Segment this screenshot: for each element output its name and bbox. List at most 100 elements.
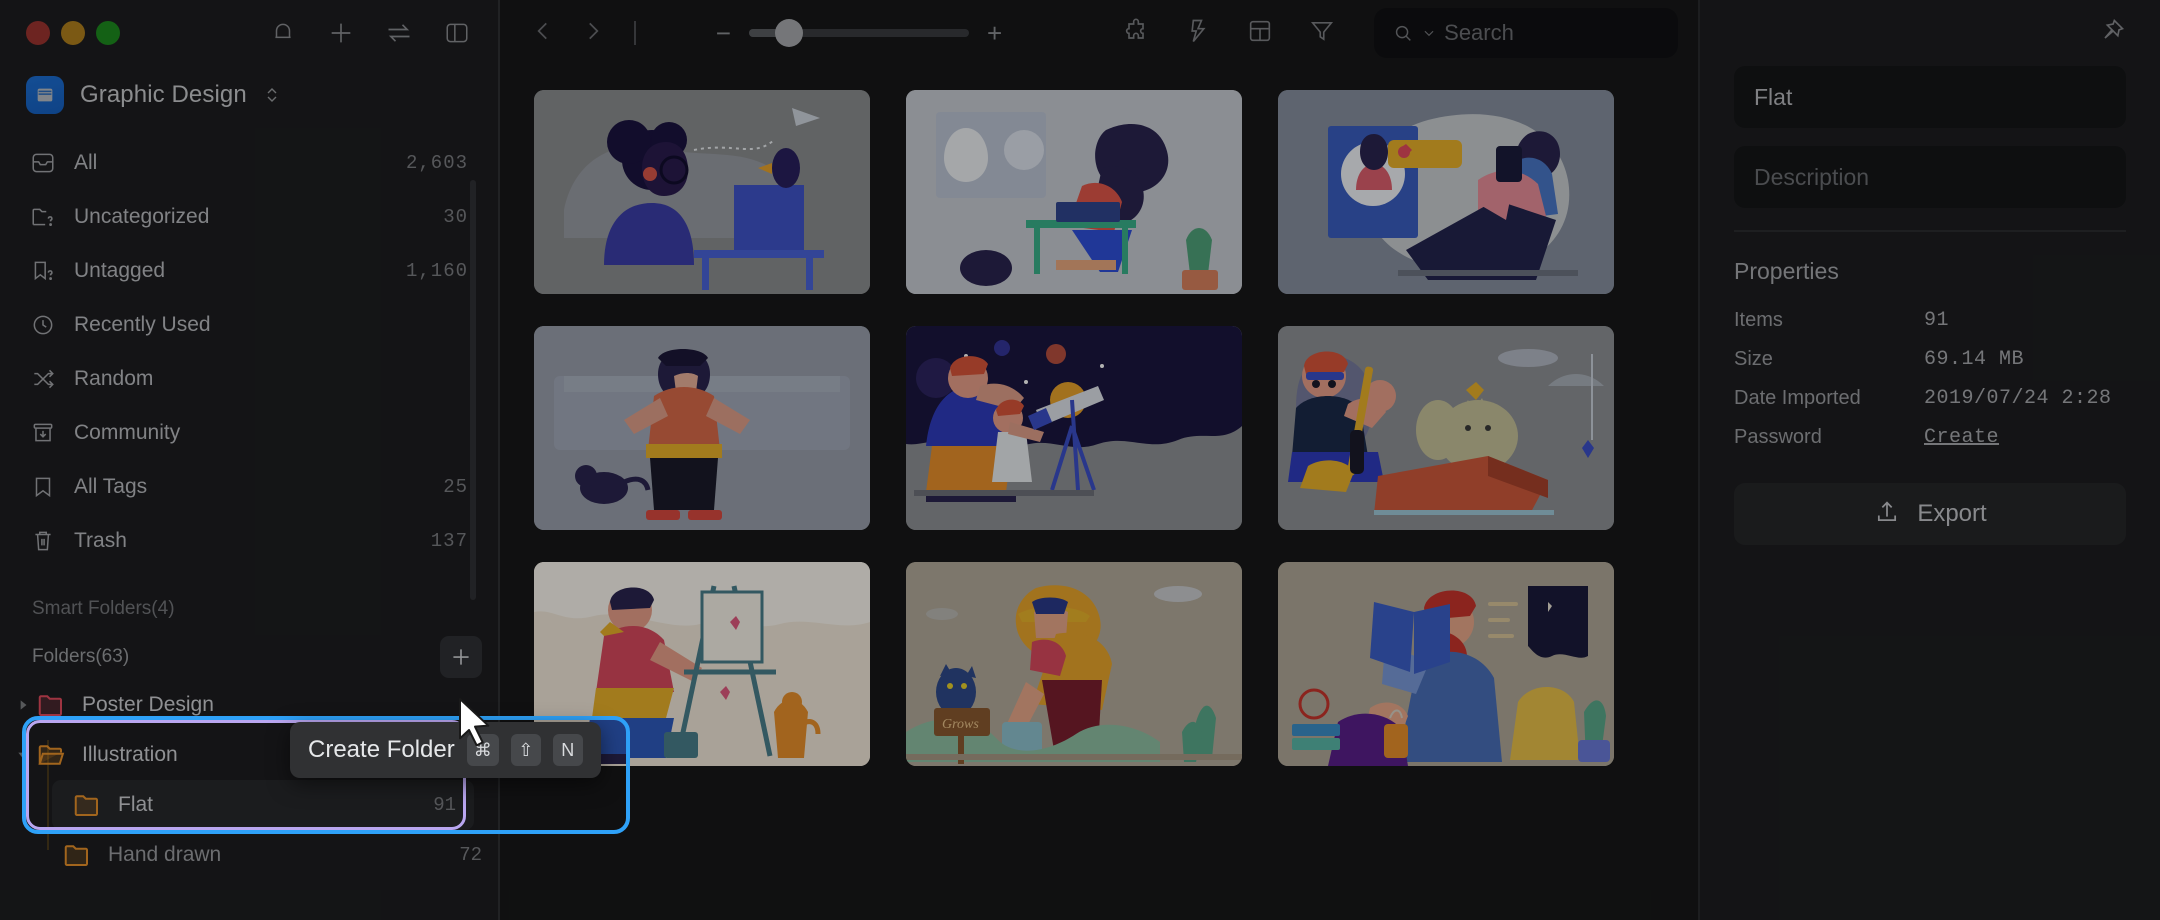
search-icon: [1392, 22, 1414, 44]
bell-icon[interactable]: [266, 16, 300, 50]
thumbnail-item[interactable]: [534, 326, 870, 530]
sidebar-scrollbar[interactable]: [470, 180, 476, 600]
lightning-icon[interactable]: [1184, 17, 1212, 50]
property-row-size: Size 69.14 MB: [1734, 348, 2126, 371]
smart-folders-header: Smart Folders(4): [32, 598, 175, 619]
sidebar-nav: All 2,603 Uncategorized 30 Untagged 1,16…: [0, 136, 500, 568]
toolbar-icons: [1122, 17, 1336, 50]
sidebar-item-uncategorized[interactable]: Uncategorized 30: [18, 190, 482, 244]
layout-icon[interactable]: [1246, 17, 1274, 50]
chevron-updown-icon[interactable]: [263, 84, 281, 106]
create-password-link[interactable]: Create: [1924, 426, 1999, 449]
chevron-right-icon[interactable]: [12, 698, 34, 712]
create-folder-tooltip: Create Folder ⌘ ⇧ N: [290, 722, 601, 778]
sidebar-item-label: All: [74, 151, 98, 174]
folder-open-icon: [34, 738, 68, 772]
add-folder-button[interactable]: [440, 636, 482, 678]
library-selector[interactable]: Graphic Design: [0, 66, 500, 136]
thumbnail-item[interactable]: [906, 326, 1242, 530]
sidebar-toggle-icon[interactable]: [440, 16, 474, 50]
thumbnail-item[interactable]: [906, 90, 1242, 294]
forward-button[interactable]: [580, 18, 606, 49]
sidebar-item-label: Recently Used: [74, 313, 211, 336]
sidebar-item-untagged[interactable]: Untagged 1,160: [18, 244, 482, 298]
kbd-n: N: [552, 734, 583, 766]
extension-icon[interactable]: [1122, 17, 1150, 50]
search-input[interactable]: Search: [1374, 8, 1678, 58]
sidebar-item-recently-used[interactable]: Recently Used: [18, 298, 482, 352]
folders-header-label: Folders(63): [32, 646, 130, 667]
woman-at-desk-with-bird: [534, 90, 870, 294]
sidebar-item-all-tags[interactable]: All Tags 25: [18, 460, 482, 514]
sidebar-item-label: Trash: [74, 529, 127, 552]
main-toolbar: − + Search: [500, 0, 1700, 66]
sidebar-item-label: All Tags: [74, 475, 148, 498]
zoom-slider[interactable]: [748, 19, 969, 47]
tooltip-label: Create Folder: [308, 736, 455, 763]
minimize-button[interactable]: [61, 21, 85, 45]
library-name: Graphic Design: [80, 81, 247, 108]
sidebar-item-count: 2,603: [405, 152, 468, 174]
kbd-command: ⌘: [466, 734, 499, 766]
app-window: Graphic Design All 2,603 Uncategorized 3…: [0, 0, 2160, 920]
toolbar-divider: [634, 21, 636, 45]
bookmark-icon: [26, 470, 60, 504]
sidebar: Graphic Design All 2,603 Uncategorized 3…: [0, 0, 500, 920]
folder-row[interactable]: Flat 91: [52, 780, 474, 830]
sync-icon[interactable]: [382, 16, 416, 50]
folder-label: Flat: [118, 793, 154, 816]
sidebar-item-trash[interactable]: Trash 137: [18, 514, 482, 568]
search-placeholder: Search: [1444, 20, 1514, 45]
back-button[interactable]: [530, 18, 556, 49]
sidebar-item-all[interactable]: All 2,603: [18, 136, 482, 190]
woman-working-on-laptop: [906, 90, 1242, 294]
farmer-watering-plants: Grows: [906, 562, 1242, 766]
tag-question-icon: [26, 254, 60, 288]
father-and-child-telescope: [906, 326, 1242, 530]
export-button[interactable]: Export: [1734, 483, 2126, 545]
folder-count: 91: [433, 794, 456, 816]
export-label: Export: [1917, 500, 1987, 527]
folder-icon: [60, 838, 94, 872]
sidebar-item-random[interactable]: Random: [18, 352, 482, 406]
main-content: − + Search Grows: [500, 0, 1700, 920]
thumbnail-item[interactable]: [534, 90, 870, 294]
folder-question-icon: [26, 200, 60, 234]
close-button[interactable]: [26, 21, 50, 45]
sidebar-item-community[interactable]: Community: [18, 406, 482, 460]
shuffle-icon: [26, 362, 60, 396]
pin-icon[interactable]: [2098, 17, 2126, 50]
community-icon: [26, 416, 60, 450]
thumbnail-item[interactable]: [1278, 326, 1614, 530]
svg-text:Grows: Grows: [942, 717, 979, 732]
folders-header-row: Folders(63): [0, 634, 500, 680]
zoom-in-button[interactable]: +: [987, 20, 1002, 46]
thumbnail-item[interactable]: [1278, 90, 1614, 294]
chevron-down-icon[interactable]: [12, 748, 34, 762]
thumbnail-item[interactable]: [1278, 562, 1614, 766]
zoom-out-button[interactable]: −: [716, 20, 731, 46]
property-value: 2019/07/24 2:28: [1924, 387, 2112, 410]
pin-row: [1734, 0, 2126, 66]
description-field[interactable]: Description: [1734, 146, 2126, 208]
sidebar-item-count: 137: [430, 530, 468, 552]
folder-row[interactable]: Hand drawn 72: [0, 830, 500, 880]
properties-title: Properties: [1734, 258, 1839, 284]
inspector-divider: [1734, 230, 2126, 232]
maximize-button[interactable]: [96, 21, 120, 45]
folder-name-field[interactable]: Flat: [1734, 66, 2126, 128]
sidebar-item-count: 1,160: [405, 260, 468, 282]
traffic-lights: [26, 21, 120, 45]
property-row-items: Items 91: [1734, 309, 2126, 332]
folder-label: Illustration: [82, 743, 178, 766]
thumbnail-item[interactable]: Grows: [906, 562, 1242, 766]
property-key: Date Imported: [1734, 387, 1861, 409]
filter-icon[interactable]: [1308, 17, 1336, 50]
man-on-phone-video-call: [1278, 90, 1614, 294]
chevron-down-icon[interactable]: [1422, 26, 1436, 40]
sidebar-item-label: Community: [74, 421, 181, 444]
property-value: 69.14 MB: [1924, 348, 2025, 371]
plus-icon[interactable]: [324, 16, 358, 50]
zoom-slider-handle[interactable]: [774, 19, 803, 47]
property-value: 91: [1924, 309, 1950, 332]
